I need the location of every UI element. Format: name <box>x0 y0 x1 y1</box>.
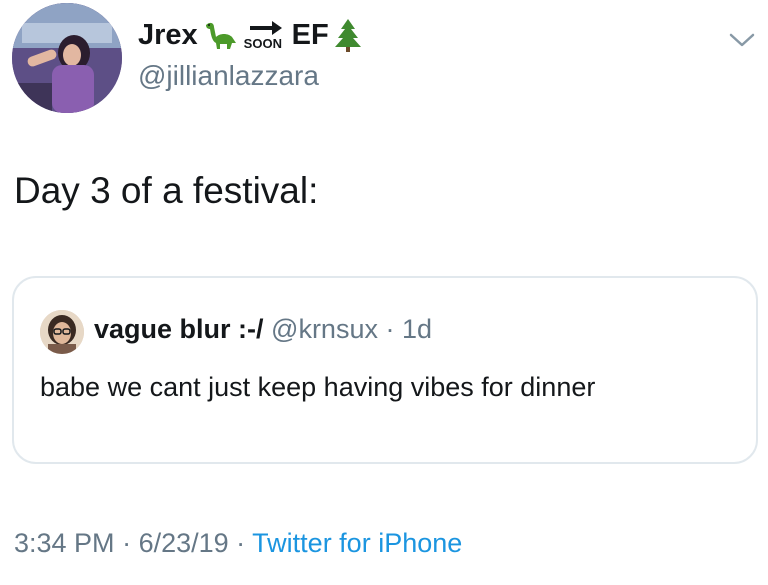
quoted-header: vague blur :-/ @krnsux · 1d <box>94 314 432 345</box>
quoted-age: 1d <box>401 314 433 344</box>
display-name-prefix: Jrex <box>138 18 198 51</box>
soon-label: SOON <box>243 36 282 51</box>
tweet-date[interactable]: 6/23/19 <box>139 528 229 558</box>
meta-separator-1: · <box>114 528 139 558</box>
avatar[interactable] <box>12 3 122 113</box>
right-arrow-icon <box>249 21 282 35</box>
quoted-separator: · <box>377 314 402 344</box>
display-name[interactable]: Jrex SOON EF <box>138 18 363 52</box>
avatar-photo <box>12 3 122 113</box>
quoted-handle[interactable]: @krnsux <box>271 314 378 344</box>
tweet-text: Day 3 of a festival: <box>14 170 319 211</box>
user-handle[interactable]: @jillianlazzara <box>138 60 319 92</box>
tweet-time[interactable]: 3:34 PM <box>14 528 115 558</box>
meta-separator-2: · <box>228 528 253 558</box>
quoted-avatar <box>40 310 84 354</box>
soon-arrow-emoji-icon: SOON <box>242 18 288 52</box>
quoted-avatar-photo <box>40 310 84 354</box>
evergreen-tree-emoji-icon <box>334 19 361 52</box>
chevron-down-icon[interactable] <box>728 30 756 50</box>
tweet-source[interactable]: Twitter for iPhone <box>252 528 462 558</box>
quoted-text: babe we cant just keep having vibes for … <box>40 372 596 402</box>
quoted-name[interactable]: vague blur :-/ <box>94 314 264 344</box>
tweet-meta: 3:34 PM · 6/23/19 · Twitter for iPhone <box>14 528 462 559</box>
quoted-tweet[interactable]: vague blur :-/ @krnsux · 1d babe we cant… <box>12 276 758 464</box>
sauropod-emoji-icon <box>205 22 236 49</box>
tweet-card: Jrex SOON EF @jillianlazzara Day 3 of a … <box>0 0 768 585</box>
display-name-suffix: EF <box>291 18 329 51</box>
